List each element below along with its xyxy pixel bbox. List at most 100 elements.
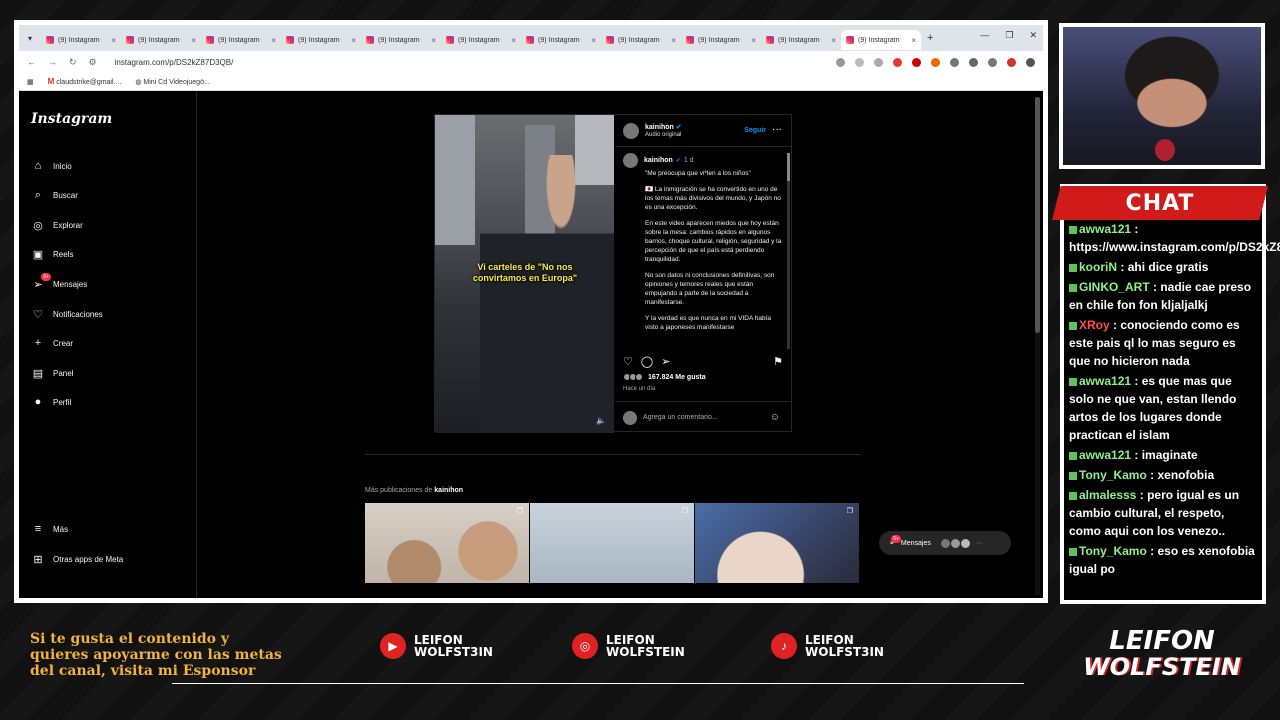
- sidebar-item-buscar[interactable]: ⌕ Buscar: [31, 188, 78, 202]
- browser-tab[interactable]: (9) Instagram ×: [761, 30, 841, 50]
- browser-tab[interactable]: (9) Instagram ×: [521, 30, 601, 50]
- sidebar-item-crear[interactable]: + Crear: [31, 336, 73, 350]
- social-link[interactable]: ▶ LEIFON WOLFST3IN: [380, 633, 493, 659]
- chat-badge-icon: [1069, 547, 1077, 556]
- tab-close-icon[interactable]: ×: [191, 36, 196, 45]
- chat-username[interactable]: awwa121: [1079, 222, 1131, 236]
- tab-close-icon[interactable]: ×: [511, 36, 516, 45]
- browser-tab[interactable]: (9) Instagram ×: [841, 30, 921, 50]
- avatar[interactable]: [623, 153, 638, 168]
- tab-close-icon[interactable]: ×: [351, 36, 356, 45]
- tab-close-icon[interactable]: ×: [831, 36, 836, 45]
- extension-icon[interactable]: [912, 57, 921, 67]
- share-icon[interactable]: ➢: [661, 355, 670, 368]
- audio-label[interactable]: Audio original: [645, 132, 682, 138]
- extension-icon[interactable]: [874, 57, 883, 67]
- sidebar-item-mensajes[interactable]: ➢ 9+ Mensajes: [31, 273, 87, 291]
- post-thumbnail[interactable]: ❐: [365, 503, 529, 583]
- chat-username[interactable]: kooriN: [1079, 260, 1117, 274]
- minimize-icon[interactable]: —: [980, 30, 989, 41]
- avatar[interactable]: [1007, 57, 1016, 67]
- caption-author[interactable]: kainihon: [644, 157, 673, 164]
- tab-close-icon[interactable]: ×: [431, 36, 436, 45]
- chat-username[interactable]: awwa121: [1079, 448, 1131, 462]
- bookmark-item[interactable]: ◍ Mini Cd Videojuegö...: [135, 78, 209, 86]
- split-icon[interactable]: [988, 57, 997, 67]
- chat-username[interactable]: almalesss: [1079, 488, 1136, 502]
- comment-icon[interactable]: ◯: [641, 355, 653, 368]
- browser-tab[interactable]: (9) Instagram ×: [201, 30, 281, 50]
- browser-tab[interactable]: (9) Instagram ×: [361, 30, 441, 50]
- site-info-icon[interactable]: ⚙: [89, 57, 97, 68]
- likes-count[interactable]: 167.824 Me gusta: [623, 373, 706, 381]
- tab-close-icon[interactable]: ×: [271, 36, 276, 45]
- caption-scrollbar[interactable]: [787, 153, 790, 349]
- page-scrollbar[interactable]: [1035, 97, 1040, 595]
- brand-line1: LEIFON: [1109, 626, 1215, 656]
- forward-icon[interactable]: →: [48, 57, 57, 68]
- url-field[interactable]: instagram.com/p/DS2kZ87D3QB/: [109, 54, 836, 70]
- chat-text: ahi dice gratis: [1127, 260, 1209, 274]
- tab-search-icon[interactable]: ▾: [23, 31, 37, 45]
- extension-icon[interactable]: [931, 57, 940, 67]
- bookmark-label: claudstrike@gmail....: [56, 79, 122, 86]
- sidebar-item-inicio[interactable]: ⌂ Inicio: [31, 159, 72, 173]
- browser-tab[interactable]: (9) Instagram ×: [441, 30, 521, 50]
- chat-username[interactable]: awwa121: [1079, 374, 1131, 388]
- tab-close-icon[interactable]: ×: [111, 36, 116, 45]
- chat-username[interactable]: XRoy: [1079, 318, 1110, 332]
- kebab-menu-icon[interactable]: [1026, 57, 1035, 67]
- sidebar-item-explorar[interactable]: ◎ Explorar: [31, 218, 83, 232]
- bookmark-item[interactable]: M claudstrike@gmail....: [48, 77, 122, 86]
- follow-button[interactable]: Seguir: [744, 127, 766, 134]
- extension-icon[interactable]: [836, 57, 845, 67]
- comment-input[interactable]: Agrega un comentario...: [643, 414, 718, 421]
- save-icon[interactable]: ⚑: [773, 355, 783, 368]
- messages-icon: ➢ 9+: [33, 273, 51, 291]
- mute-icon[interactable]: 🔈: [596, 416, 606, 425]
- new-tab-button[interactable]: +: [927, 32, 933, 44]
- apps-icon[interactable]: ▦: [27, 78, 34, 86]
- reload-icon[interactable]: ↻: [69, 57, 77, 68]
- browser-tab[interactable]: (9) Instagram ×: [121, 30, 201, 50]
- author-name[interactable]: kainihon ✔: [645, 123, 682, 132]
- more-options-icon[interactable]: ···: [772, 124, 782, 135]
- chat-username[interactable]: GINKO_ART: [1079, 280, 1150, 294]
- sidebar-item-panel[interactable]: ▤ Panel: [31, 366, 74, 380]
- tab-close-icon[interactable]: ×: [671, 36, 676, 45]
- tab-close-icon[interactable]: ×: [751, 36, 756, 45]
- post-thumbnail[interactable]: ❐: [530, 503, 694, 583]
- tab-close-icon[interactable]: ×: [911, 36, 916, 45]
- browser-tab[interactable]: (9) Instagram ×: [601, 30, 681, 50]
- multi-image-icon: ❐: [846, 508, 853, 515]
- messages-pill[interactable]: ➢ 9+ Mensajes ···: [879, 531, 1011, 555]
- close-icon[interactable]: ✕: [1029, 30, 1037, 41]
- instagram-logo[interactable]: Instagram: [31, 111, 112, 127]
- sidebar-item-perfil[interactable]: ● Perfil: [31, 395, 72, 409]
- like-icon[interactable]: ♡: [623, 355, 633, 368]
- chat-title: CHAT: [1052, 186, 1268, 220]
- avatar[interactable]: [623, 122, 639, 139]
- tab-close-icon[interactable]: ×: [591, 36, 596, 45]
- bookmark-star-icon[interactable]: [855, 57, 864, 67]
- browser-tab[interactable]: (9) Instagram ×: [281, 30, 361, 50]
- puzzle-icon[interactable]: [950, 57, 959, 67]
- emoji-icon[interactable]: ☺: [770, 412, 780, 423]
- post-thumbnail[interactable]: ❐: [695, 503, 859, 583]
- extension-icon[interactable]: [893, 57, 902, 67]
- post-video[interactable]: Vi carteles de "No nos convirtamos en Eu…: [435, 115, 614, 433]
- chat-username[interactable]: Tony_Kamo: [1079, 468, 1147, 482]
- social-link[interactable]: ♪ LEIFON WOLFST3IN: [771, 633, 884, 659]
- browser-tab[interactable]: (9) Instagram ×: [681, 30, 761, 50]
- sidebar-item-more[interactable]: ≡ Más: [31, 522, 68, 536]
- chat-username[interactable]: Tony_Kamo: [1079, 544, 1147, 558]
- social-link[interactable]: ◎ LEIFON WOLFSTEIN: [572, 633, 685, 659]
- download-icon[interactable]: [969, 57, 978, 67]
- sidebar-item-reels[interactable]: ▣ Reels: [31, 247, 74, 261]
- browser-tab[interactable]: (9) Instagram ×: [41, 30, 121, 50]
- sidebar-item-meta-apps[interactable]: ⊞ Otras apps de Meta: [31, 552, 123, 566]
- back-icon[interactable]: ←: [27, 57, 36, 68]
- sidebar-item-notificaciones[interactable]: ♡ Notificaciones: [31, 307, 103, 321]
- instagram-icon: [446, 36, 454, 44]
- maximize-icon[interactable]: ❐: [1005, 30, 1013, 41]
